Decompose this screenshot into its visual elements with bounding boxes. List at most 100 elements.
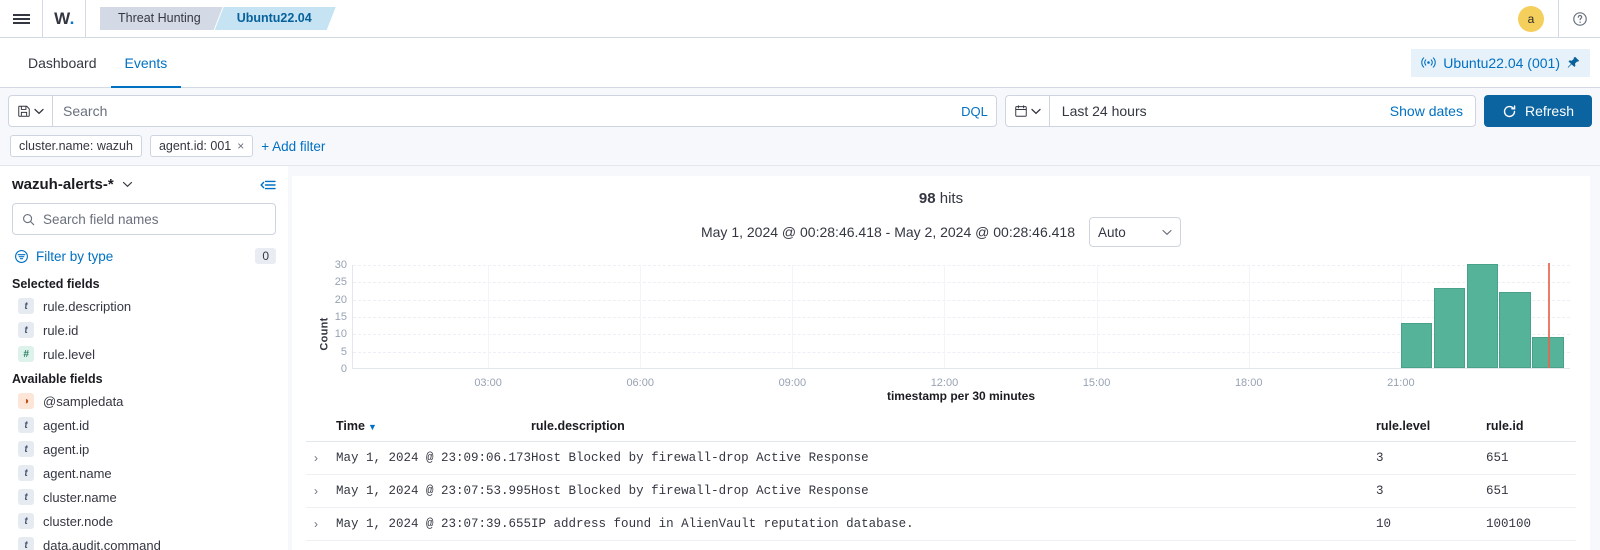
- chart-gridline: [1097, 265, 1098, 368]
- column-header-time[interactable]: Time▼: [336, 413, 531, 442]
- chevron-down-icon: [1031, 108, 1041, 115]
- filter-pill-label: agent.id: 001: [159, 139, 231, 153]
- results-card: 98 hits May 1, 2024 @ 00:28:46.418 - May…: [292, 176, 1590, 550]
- quick-date-button[interactable]: [1006, 96, 1050, 126]
- cell-rule-description: IP address found in AlienVault reputatio…: [531, 508, 1376, 541]
- table-row[interactable]: ›May 1, 2024 @ 23:09:06.173Host Blocked …: [306, 442, 1576, 475]
- field-search-box[interactable]: [12, 203, 276, 235]
- field-cluster-node[interactable]: t cluster.node: [12, 509, 276, 533]
- query-language-badge[interactable]: DQL: [953, 104, 988, 119]
- cell-rule-id[interactable]: 651: [1486, 475, 1576, 508]
- chart-x-axis-label: timestamp per 30 minutes: [352, 389, 1570, 403]
- documents-table: Time▼ rule.description rule.level rule.i…: [306, 413, 1576, 550]
- filter-by-type-label: Filter by type: [36, 249, 113, 264]
- sort-desc-icon[interactable]: ▼: [368, 422, 377, 432]
- field-type-number-icon: #: [18, 346, 34, 362]
- table-row[interactable]: ›May 1, 2024 @ 23:07:53.995Host Blocked …: [306, 475, 1576, 508]
- chart-y-tick: 0: [341, 363, 347, 375]
- close-icon[interactable]: ×: [237, 139, 244, 153]
- field-rule-description[interactable]: t rule.description: [12, 294, 276, 318]
- collapse-sidebar-icon[interactable]: [260, 178, 276, 192]
- pin-icon[interactable]: [1567, 56, 1580, 70]
- field-agent-name[interactable]: t agent.name: [12, 461, 276, 485]
- expand-row-button[interactable]: ›: [306, 508, 336, 541]
- refresh-button[interactable]: Refresh: [1484, 95, 1592, 127]
- expand-row-button[interactable]: ›: [306, 475, 336, 508]
- cell-rule-id[interactable]: 651: [1486, 442, 1576, 475]
- chart-gridline: [944, 265, 945, 368]
- chart-bar[interactable]: [1467, 264, 1498, 368]
- chart-gridline: [353, 334, 1570, 335]
- field-type-string-icon: t: [18, 489, 34, 505]
- field-agent-id[interactable]: t agent.id: [12, 413, 276, 437]
- chart-x-tick: 15:00: [1083, 377, 1111, 389]
- agent-selector-pill[interactable]: Ubuntu22.04 (001): [1411, 49, 1590, 77]
- chevron-right-icon[interactable]: ›: [306, 484, 318, 498]
- refresh-icon: [1502, 104, 1517, 119]
- interval-select[interactable]: Auto: [1089, 217, 1181, 247]
- expand-row-button[interactable]: ›: [306, 442, 336, 475]
- column-header-level[interactable]: rule.level: [1376, 413, 1486, 442]
- chart-x-tick: 12:00: [931, 377, 959, 389]
- tab-dashboard[interactable]: Dashboard: [14, 38, 111, 88]
- cell-rule-description: IP address found in AlienVault reputatio…: [531, 541, 1376, 550]
- chart-y-axis-label: Count: [319, 317, 331, 350]
- add-filter-button[interactable]: + Add filter: [261, 139, 325, 154]
- refresh-label: Refresh: [1525, 103, 1574, 119]
- chart-gridline: [1249, 265, 1250, 368]
- chart-x-tick: 21:00: [1387, 377, 1415, 389]
- column-header-description[interactable]: rule.description: [531, 413, 1376, 442]
- chart-y-tick: 25: [335, 276, 347, 288]
- date-range-display[interactable]: Last 24 hours: [1050, 103, 1390, 119]
- column-header-id[interactable]: rule.id: [1486, 413, 1576, 442]
- show-dates-button[interactable]: Show dates: [1390, 103, 1475, 119]
- filter-pill-cluster-name[interactable]: cluster.name: wazuh: [10, 135, 142, 157]
- chevron-right-icon[interactable]: ›: [306, 517, 318, 531]
- logo-text: W: [54, 9, 70, 29]
- chart-bar[interactable]: [1499, 292, 1530, 368]
- search-input[interactable]: [63, 103, 953, 119]
- filter-by-type-button[interactable]: Filter by type 0: [12, 241, 276, 271]
- question-circle-icon[interactable]: [1558, 0, 1600, 38]
- breadcrumb-threat-hunting[interactable]: Threat Hunting: [100, 7, 223, 30]
- chevron-right-icon[interactable]: ›: [306, 451, 318, 465]
- cell-time: May 1, 2024 @ 23:09:06.173: [336, 442, 531, 475]
- field-label: agent.ip: [43, 442, 89, 457]
- wazuh-logo[interactable]: W.: [42, 0, 86, 38]
- table-row[interactable]: ›May 1, 2024 @ 23:05:21.518IP address fo…: [306, 541, 1576, 550]
- logo-dot: .: [70, 9, 74, 29]
- chart-gridline: [353, 317, 1570, 318]
- field-data-audit-command[interactable]: t data.audit.command: [12, 533, 276, 550]
- field-label: @sampledata: [43, 394, 123, 409]
- filter-by-type-count: 0: [255, 248, 276, 264]
- avatar[interactable]: a: [1518, 6, 1544, 32]
- cell-rule-id[interactable]: 100100: [1486, 508, 1576, 541]
- field-type-string-icon: t: [18, 417, 34, 433]
- chart-y-tick: 20: [335, 294, 347, 306]
- filter-pill-label: cluster.name: wazuh: [19, 139, 133, 153]
- hamburger-icon[interactable]: [0, 12, 42, 26]
- field-agent-ip[interactable]: t agent.ip: [12, 437, 276, 461]
- saved-query-button[interactable]: [8, 95, 52, 127]
- field-rule-id[interactable]: t rule.id: [12, 318, 276, 342]
- expand-row-button[interactable]: ›: [306, 541, 336, 550]
- hit-count-value: 98: [919, 190, 936, 207]
- field-cluster-name[interactable]: t cluster.name: [12, 485, 276, 509]
- chart-y-tick: 5: [341, 346, 347, 358]
- tab-events[interactable]: Events: [111, 38, 182, 88]
- index-pattern-selector[interactable]: wazuh-alerts-*: [12, 176, 276, 193]
- field-sampledata[interactable]: ◑ @sampledata: [12, 389, 276, 413]
- field-label: cluster.node: [43, 514, 113, 529]
- histogram-chart[interactable]: Count 05101520253003:0006:0009:0012:0015…: [306, 259, 1576, 409]
- search-bar[interactable]: DQL: [52, 95, 997, 127]
- chevron-down-icon[interactable]: [122, 181, 133, 188]
- breadcrumb-agent[interactable]: Ubuntu22.04: [215, 7, 336, 30]
- chart-x-tick: 06:00: [626, 377, 654, 389]
- search-field-names-input[interactable]: [43, 212, 266, 227]
- filter-pill-agent-id[interactable]: agent.id: 001 ×: [150, 135, 253, 157]
- cell-rule-id[interactable]: 100100: [1486, 541, 1576, 550]
- chart-bar[interactable]: [1401, 323, 1432, 368]
- field-rule-level[interactable]: # rule.level: [12, 342, 276, 366]
- table-row[interactable]: ›May 1, 2024 @ 23:07:39.655IP address fo…: [306, 508, 1576, 541]
- chart-bar[interactable]: [1434, 288, 1465, 368]
